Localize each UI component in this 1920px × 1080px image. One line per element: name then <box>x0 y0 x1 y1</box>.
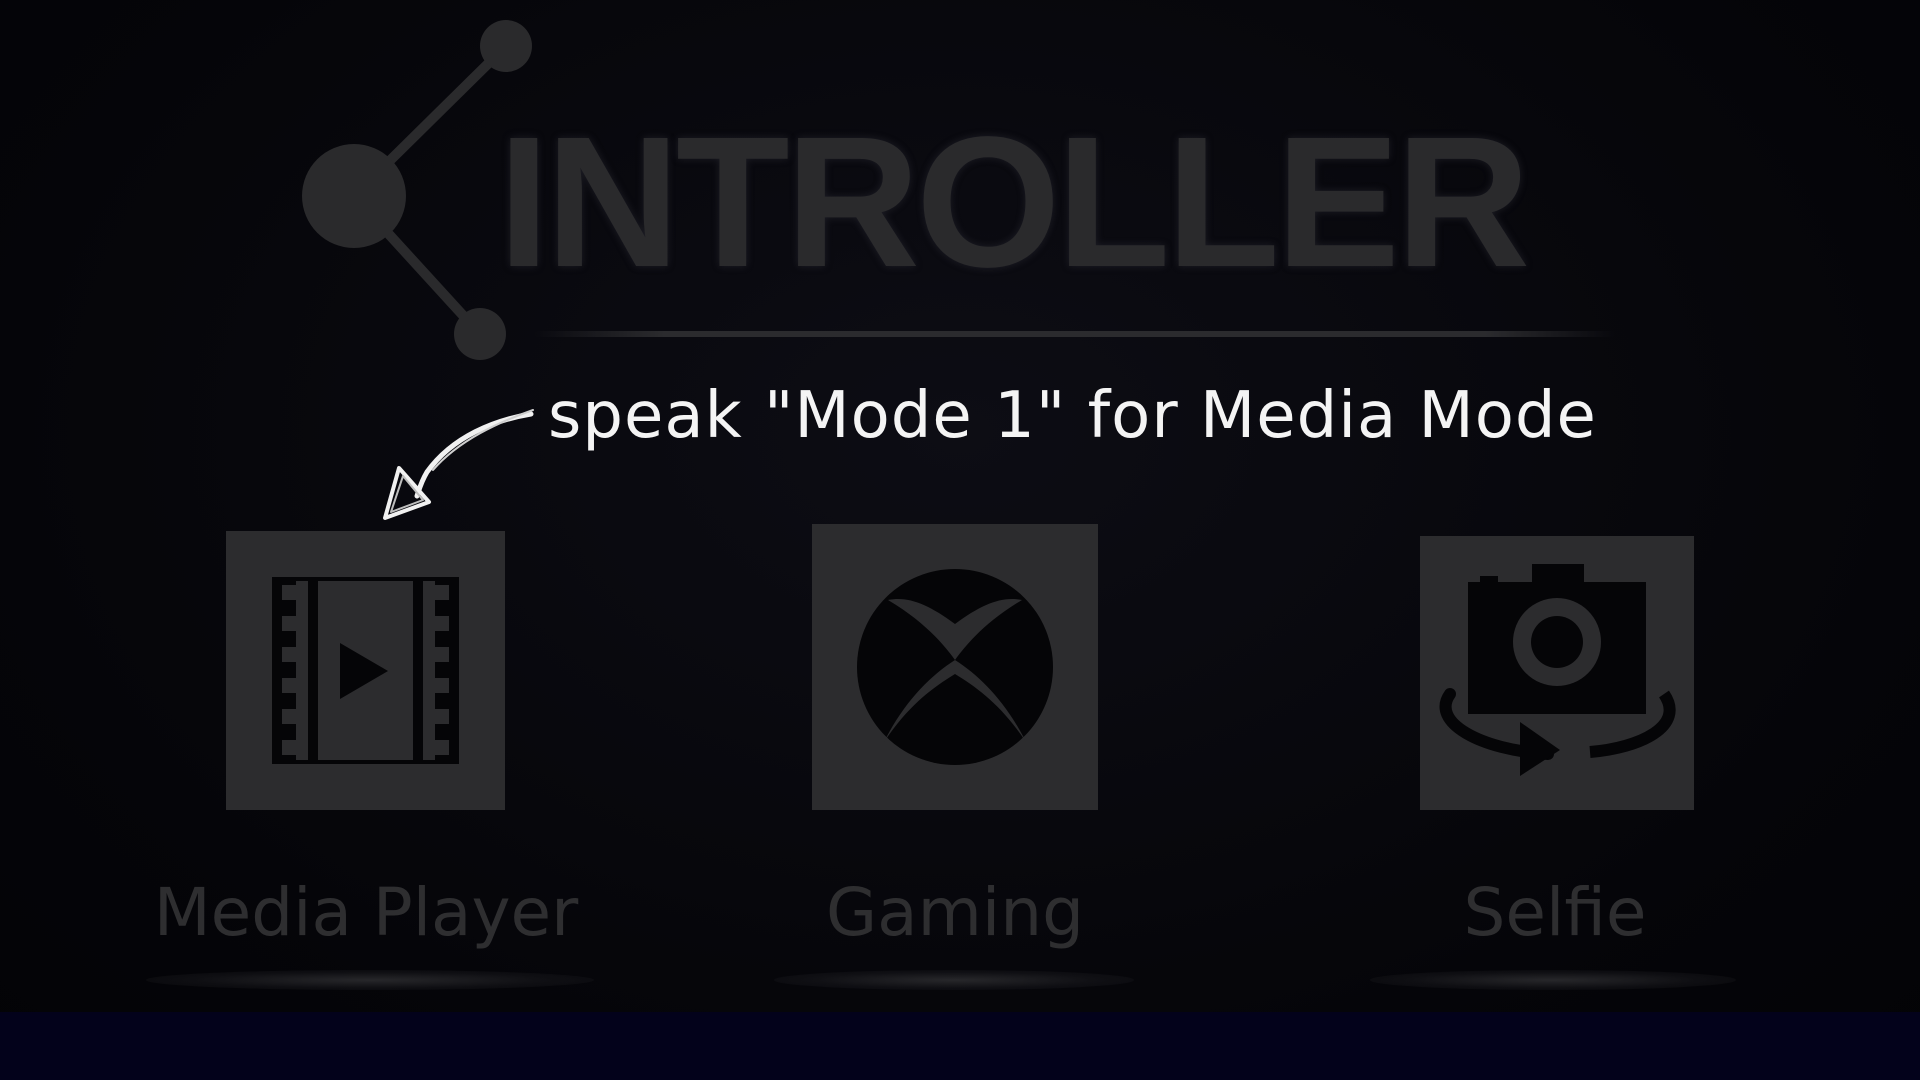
xbox-icon <box>857 569 1053 765</box>
media-player-label[interactable]: Media Player <box>86 868 646 958</box>
gaming-label[interactable]: Gaming <box>675 868 1235 958</box>
gaming-tile[interactable] <box>812 524 1098 810</box>
voice-hint-text: speak "Mode 1" for Media Mode <box>548 379 1597 453</box>
intro-screen: INTROLLER speak "Mode 1" for Media Mode <box>0 0 1920 1080</box>
bottom-bar <box>0 1012 1920 1080</box>
selfie-label[interactable]: Selfie <box>1275 868 1835 958</box>
hand-drawn-arrow-icon <box>383 409 534 520</box>
gaming-reflection <box>774 970 1134 990</box>
logo-divider <box>535 331 1615 337</box>
selfie-tile[interactable] <box>1420 536 1694 810</box>
app-logo-text: INTROLLER <box>498 99 1530 306</box>
selfie-reflection <box>1370 970 1736 990</box>
media-player-tile[interactable] <box>226 531 505 810</box>
camera-rotate-icon <box>1439 564 1676 776</box>
film-play-icon <box>272 577 459 764</box>
media-player-reflection <box>146 970 594 990</box>
